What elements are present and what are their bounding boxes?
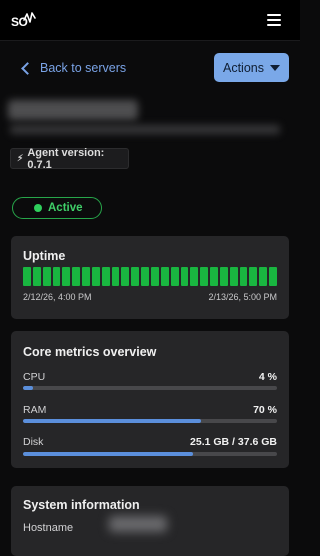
uptime-bar	[121, 267, 130, 286]
logo-pulse-icon	[23, 12, 36, 23]
uptime-bar	[91, 267, 100, 286]
uptime-bar	[269, 267, 277, 286]
uptime-bar	[200, 267, 209, 286]
cpu-value: 4 %	[258, 371, 277, 383]
back-to-servers-link[interactable]: Back to servers	[21, 60, 126, 76]
ram-progress-fill	[23, 419, 201, 423]
hamburger-menu-icon[interactable]	[267, 14, 281, 26]
hostname-value-redacted	[109, 516, 167, 532]
uptime-bar	[249, 267, 258, 286]
disk-label: Disk	[23, 436, 44, 448]
uptime-bar	[141, 267, 149, 286]
uptime-bar	[180, 267, 189, 286]
agent-version-badge: ⚡︎ Agent version: 0.7.1	[10, 146, 129, 171]
chevron-left-icon	[21, 61, 34, 75]
uptime-bar	[23, 267, 31, 286]
actions-button-label: Actions	[223, 60, 264, 75]
status-dot-icon	[34, 204, 42, 212]
agent-version-label: Agent version: 0.7.1	[27, 146, 105, 171]
ram-value: 70 %	[253, 404, 277, 416]
uptime-card: Uptime 2/12/26, 4:00 PM 2/13/26, 5:00 PM	[11, 236, 289, 319]
uptime-bar	[42, 267, 51, 286]
cpu-progress-fill	[23, 386, 34, 390]
disk-progress-track	[23, 452, 277, 456]
uptime-bar	[170, 267, 179, 286]
uptime-bar	[160, 267, 169, 286]
uptime-end-time: 2/13/26, 5:00 PM	[208, 292, 277, 302]
uptime-bar	[219, 267, 228, 286]
server-address-redacted	[10, 125, 280, 134]
top-bar: SO	[0, 0, 300, 41]
core-metrics-title: Core metrics overview	[23, 345, 157, 359]
hostname-label: Hostname	[23, 522, 74, 534]
uptime-bar	[82, 267, 90, 286]
bolt-icon: ⚡︎	[17, 153, 24, 163]
uptime-bar	[62, 267, 71, 286]
status-label: Active	[48, 202, 83, 214]
cpu-label: CPU	[23, 371, 46, 383]
uptime-bar	[229, 267, 238, 286]
system-info-title: System information	[23, 498, 140, 512]
cpu-progress-track	[23, 386, 277, 390]
status-badge: Active	[12, 197, 102, 219]
uptime-bar	[32, 267, 41, 286]
server-name-redacted	[8, 100, 138, 120]
caret-down-icon	[270, 64, 280, 71]
ram-progress-track	[23, 419, 277, 423]
uptime-bar	[111, 267, 120, 286]
system-info-card: System information Hostname	[11, 486, 289, 556]
uptime-start-time: 2/12/26, 4:00 PM	[23, 292, 92, 302]
uptime-bar	[52, 267, 61, 286]
uptime-bar	[131, 267, 140, 286]
uptime-bar	[190, 267, 199, 286]
back-link-label: Back to servers	[40, 61, 127, 75]
uptime-bar	[101, 267, 110, 286]
logo[interactable]: SO	[11, 11, 36, 31]
uptime-bar	[259, 267, 268, 286]
uptime-bar	[150, 267, 159, 286]
uptime-bar	[239, 267, 248, 286]
disk-progress-fill	[23, 452, 193, 456]
disk-value: 25.1 GB / 37.6 GB	[190, 436, 277, 448]
ram-label: RAM	[23, 404, 47, 416]
uptime-title: Uptime	[23, 249, 66, 263]
uptime-bars	[23, 267, 277, 286]
actions-button[interactable]: Actions	[214, 53, 289, 82]
uptime-bar	[72, 267, 81, 286]
uptime-bar	[210, 267, 218, 286]
core-metrics-card: Core metrics overview CPU 4 % RAM 70 % D…	[11, 331, 289, 468]
